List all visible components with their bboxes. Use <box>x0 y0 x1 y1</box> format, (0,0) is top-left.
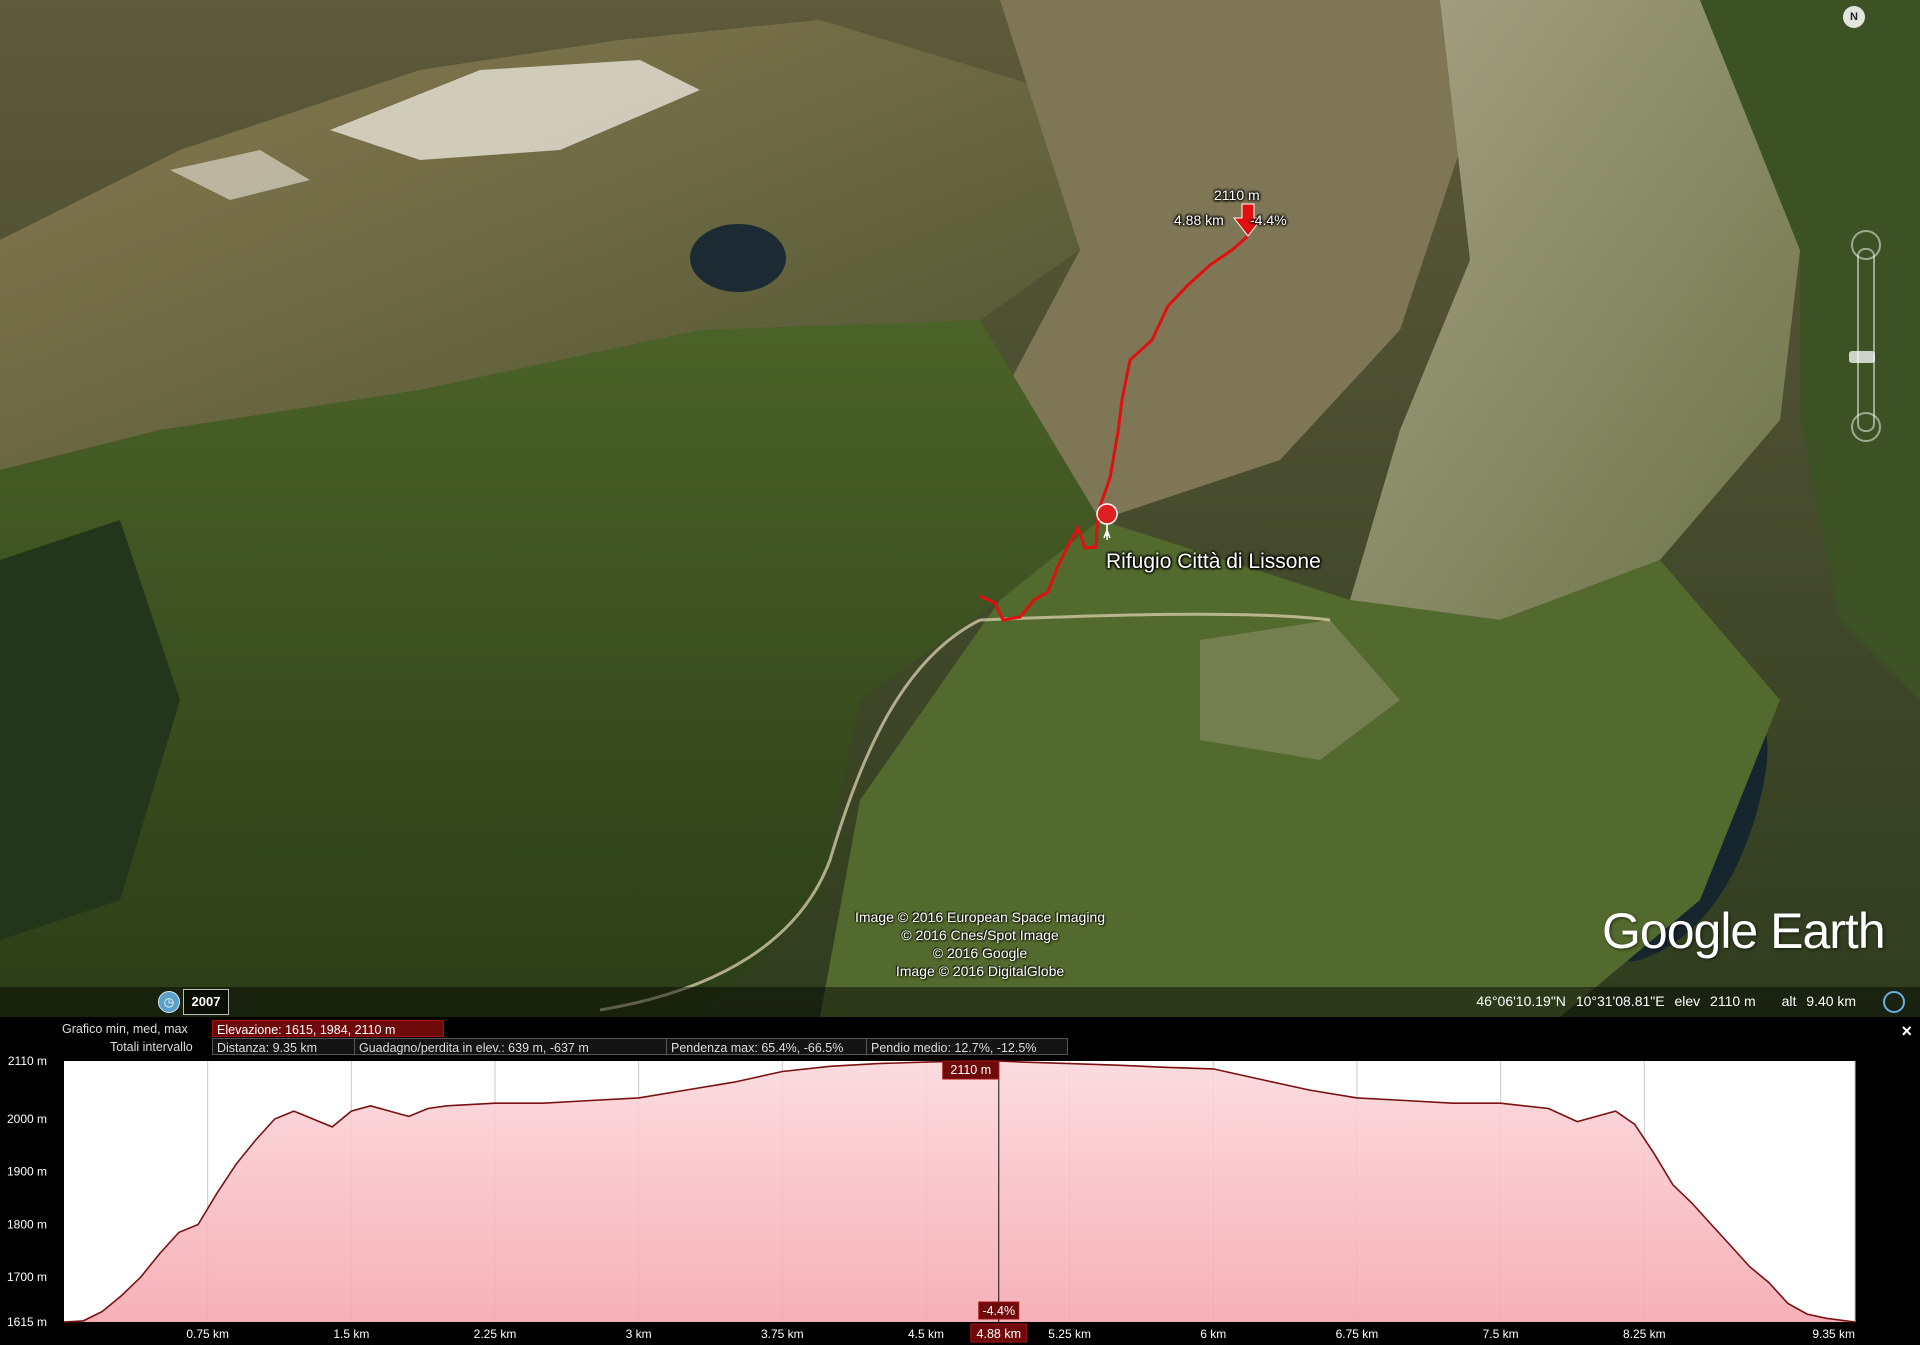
satellite-terrain: A <box>0 0 1920 1017</box>
x-tick-label: 8.25 km <box>1623 1327 1666 1341</box>
place-label[interactable]: Rifugio Città di Lissone <box>1106 550 1321 574</box>
x-tick-label: 7.5 km <box>1483 1327 1519 1341</box>
attribution-line: © 2016 Google <box>932 945 1028 961</box>
zoom-slider-knob[interactable] <box>1849 351 1875 363</box>
longitude: 10°31'08.81"E <box>1575 993 1665 1009</box>
x-tick-label: 3 km <box>626 1327 652 1341</box>
svg-text:A: A <box>1103 529 1111 541</box>
gain-loss-stat: Guadagno/perdita in elev.: 639 m, -637 m <box>354 1038 668 1055</box>
x-tick-label: 2.25 km <box>474 1327 517 1341</box>
distance-stat: Distanza: 9.35 km <box>212 1038 356 1055</box>
attribution-line: Image © 2016 European Space Imaging <box>854 909 1106 925</box>
x-tick-label: 6 km <box>1200 1327 1226 1341</box>
y-tick-label: 1900 m <box>7 1165 47 1179</box>
cursor-grade-label: -4.4% <box>982 1304 1015 1318</box>
x-tick-label: 5.25 km <box>1048 1327 1091 1341</box>
cursor-distance-label: 4.88 km <box>1174 212 1224 228</box>
graph-label: Grafico min, med, max <box>62 1022 188 1036</box>
elevation-chart[interactable]: 2110 m -4.4% 4.88 km 2110 m 2000 m 1900 m 180… <box>0 1055 1920 1345</box>
google-earth-logo: Google Earth <box>1602 903 1886 959</box>
attribution-line: © 2016 Cnes/Spot Image <box>901 927 1059 943</box>
y-tick-label: 1615 m <box>7 1315 47 1329</box>
avg-slope-stat: Pendio medio: 12.7%, -12.5% <box>866 1038 1068 1055</box>
y-tick-label: 1800 m <box>7 1217 47 1231</box>
alt-label: alt <box>1781 993 1797 1009</box>
y-tick-label: 1700 m <box>7 1270 47 1284</box>
x-tick-label: 0.75 km <box>186 1327 229 1341</box>
cursor-elevation-label: 2110 m <box>950 1063 991 1077</box>
close-icon[interactable]: × <box>1901 1021 1912 1042</box>
historical-imagery-clock-icon[interactable]: ◷ <box>158 991 180 1013</box>
alt-value: 9.40 km <box>1806 993 1857 1009</box>
elevation-chart-svg[interactable]: 2110 m -4.4% 4.88 km 2110 m 2000 m 1900 m 180… <box>0 1055 1920 1345</box>
cursor-distance-label: 4.88 km <box>977 1327 1021 1341</box>
totals-label: Totali intervallo <box>110 1040 193 1054</box>
cursor-elevation-label: 2110 m <box>1214 187 1260 203</box>
zoom-slider[interactable] <box>1857 248 1875 432</box>
zoom-out-button[interactable] <box>1851 412 1881 442</box>
elevation-stat: Elevazione: 1615, 1984, 2110 m <box>212 1020 444 1037</box>
imagery-attribution: Image © 2016 European Space Imaging © 20… <box>790 908 1170 980</box>
latitude: 46°06'10.19"N <box>1476 993 1566 1009</box>
map-view[interactable]: A Rifugio Città di Lissone 2110 m 4.88 k… <box>0 0 1920 1017</box>
attribution-line: Image © 2016 DigitalGlobe <box>895 963 1065 979</box>
max-slope-stat: Pendenza max: 65.4%, -66.5% <box>666 1038 868 1055</box>
cursor-grade-label: -4.4% <box>1250 212 1287 228</box>
y-tick-label: 2000 m <box>7 1112 47 1126</box>
stats-row-graph: Grafico min, med, max Elevazione: 1615, … <box>0 1020 1900 1038</box>
x-tick-label: 9.35 km <box>1812 1327 1855 1341</box>
stats-row-totals: Totali intervallo Distanza: 9.35 km Guad… <box>0 1038 1900 1056</box>
x-tick-label: 4.5 km <box>908 1327 944 1341</box>
x-tick-label: 6.75 km <box>1336 1327 1379 1341</box>
globe-icon[interactable] <box>1883 991 1905 1013</box>
x-tick-label: 1.5 km <box>333 1327 369 1341</box>
y-tick-label: 2110 m <box>8 1055 47 1068</box>
elev-label: elev <box>1674 993 1701 1009</box>
coordinates-readout: 46°06'10.19"N 10°31'08.81"E elev 2110 m … <box>1470 993 1890 1009</box>
elev-value: 2110 m <box>1710 993 1756 1009</box>
x-tick-label: 3.75 km <box>761 1327 804 1341</box>
imagery-year[interactable]: 2007 <box>183 989 229 1015</box>
compass-icon[interactable]: N <box>1843 6 1865 28</box>
